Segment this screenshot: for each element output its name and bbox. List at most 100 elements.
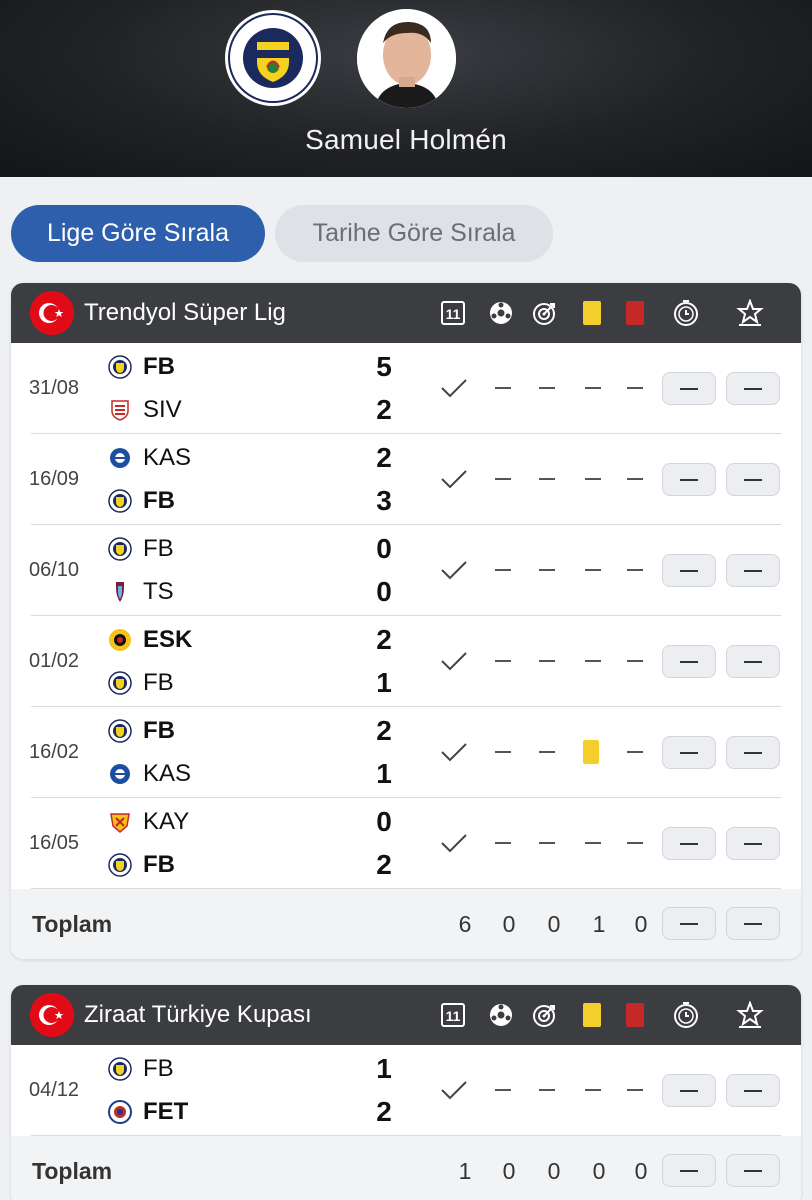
match-date: 16/09 [29,468,80,490]
rating-pill [726,554,780,587]
league-card: Ziraat Türkiye Kupası 11 04/12 FB FET 1 2 Topla… [11,985,801,1200]
match-row[interactable]: 01/02 ESK FB 2 1 [11,616,801,707]
minutes-pill [662,463,716,496]
home-score: 2 [376,442,392,473]
player-header: Samuel Holmén [0,0,812,177]
match-date: 16/02 [29,741,80,763]
lineup-11-icon: 11 [438,298,468,328]
rating-pill [726,645,780,678]
away-team: FB [107,668,174,698]
rating-pill [726,372,780,405]
sort-by-date-button[interactable]: Tarihe Göre Sırala [275,205,553,262]
team-abbr: ESK [143,626,193,653]
team-badge-icon [107,488,133,514]
away-team: SIV [107,395,182,425]
turkey-flag-icon [30,993,74,1037]
team-badge-icon [107,718,133,744]
svg-text:11: 11 [446,1008,461,1024]
empty-stat-dash [539,387,555,389]
red-card-icon [620,1000,650,1030]
player-name: Samuel Holmén [305,124,507,155]
total-value: 0 [592,1158,606,1184]
team-abbr: FB [143,1055,174,1082]
match-row[interactable]: 16/09 KAS FB 2 3 [11,434,801,525]
minutes-pill [662,1074,716,1107]
league-header[interactable]: Ziraat Türkiye Kupası 11 [11,985,801,1045]
team-abbr: KAY [143,808,190,835]
empty-stat-dash [539,751,555,753]
empty-stat-dash [585,660,601,662]
empty-stat-dash [495,1089,511,1091]
away-score: 2 [376,1096,392,1127]
team-badge-icon [107,397,133,423]
team-abbr: FB [143,669,174,696]
match-date: 01/02 [29,650,80,672]
away-team: FB [107,850,175,880]
empty-stat-dash [495,478,511,480]
match-row[interactable]: 04/12 FB FET 1 2 [11,1045,801,1136]
match-date: 31/08 [29,377,80,399]
away-team: KAS [107,759,191,789]
empty-stat-dash [539,478,555,480]
league-name: Ziraat Türkiye Kupası [84,1001,312,1028]
minutes-pill [662,645,716,678]
total-value: 0 [634,911,648,937]
team-abbr: FB [143,851,175,878]
empty-stat-dash [627,387,643,389]
empty-stat-dash [627,842,643,844]
team-badge-icon [107,761,133,787]
ball-goal-icon [486,298,516,328]
sort-by-league-button[interactable]: Lige Göre Sırala [11,205,265,262]
home-score: 0 [376,533,392,564]
minutes-pill [662,372,716,405]
minutes-clock-icon [671,1000,701,1030]
played-check-icon [441,834,467,853]
played-check-icon [441,743,467,762]
home-team: FB [107,1054,174,1084]
yellow-card-icon [577,298,607,328]
minutes-pill [662,907,716,940]
match-date: 16/05 [29,832,80,854]
away-score: 0 [376,576,392,607]
team-abbr: KAS [143,760,192,787]
empty-stat-dash [495,660,511,662]
away-score: 2 [376,849,392,880]
turkey-flag-icon [30,291,74,335]
total-value: 0 [634,1158,648,1184]
total-row: Toplam 1 0 0 0 0 [11,1136,801,1200]
rating-pill [726,1074,780,1107]
match-row[interactable]: 16/02 FB KAS 2 1 [11,707,801,798]
target-assist-icon [530,1000,560,1030]
played-check-icon [441,1081,467,1100]
home-score: 2 [376,715,392,746]
away-score: 3 [376,485,392,516]
svg-text:11: 11 [446,306,461,322]
rating-star-icon [735,298,765,328]
away-team: FB [107,486,175,516]
rating-pill [726,463,780,496]
player-photo[interactable] [357,9,456,108]
empty-stat-dash [585,478,601,480]
empty-stat-dash [495,569,511,571]
empty-stat-dash [627,478,643,480]
empty-stat-dash [627,660,643,662]
played-check-icon [441,561,467,580]
team-badge-icon [107,1056,133,1082]
match-row[interactable]: 06/10 FB TS 0 0 [11,525,801,616]
fenerbahce-crest-icon [228,13,318,103]
lineup-11-icon: 11 [438,1000,468,1030]
match-row[interactable]: 16/05 KAY FB 0 2 [11,798,801,889]
match-row[interactable]: 31/08 FB SIV 5 2 [11,343,801,434]
club-logo[interactable] [225,10,321,106]
away-team: TS [107,577,174,607]
team-badge-icon [107,536,133,562]
empty-stat-dash [539,1089,555,1091]
match-date: 06/10 [29,559,80,581]
minutes-clock-icon [671,298,701,328]
played-check-icon [441,652,467,671]
team-abbr: FB [143,717,175,744]
league-header[interactable]: Trendyol Süper Lig 11 [11,283,801,343]
played-check-icon [441,379,467,398]
home-team: ESK [107,625,192,655]
team-badge-icon [107,852,133,878]
